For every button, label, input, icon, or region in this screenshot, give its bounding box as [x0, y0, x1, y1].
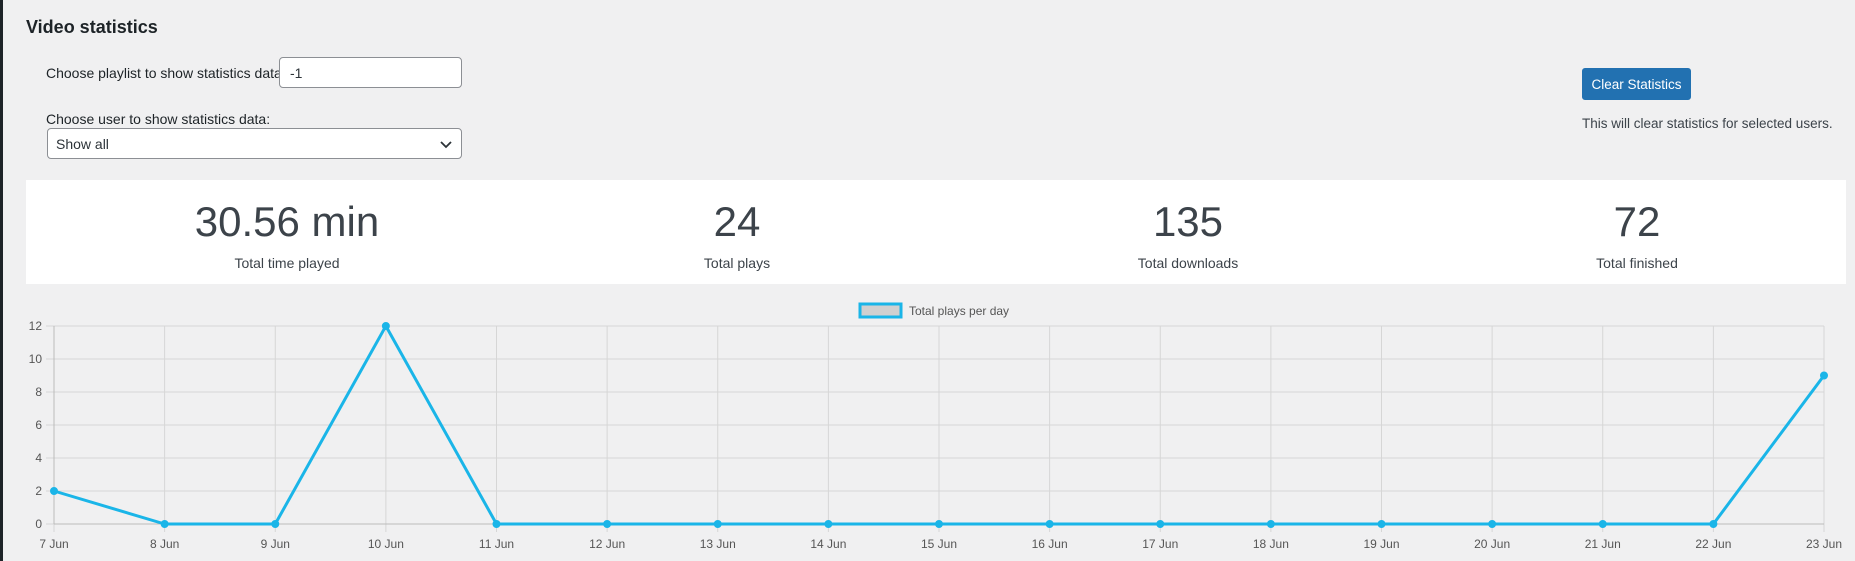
stats-panel: 30.56 min Total time played 24 Total pla…: [26, 180, 1846, 284]
data-point: [492, 520, 501, 528]
x-tick-label: 15 Jun: [921, 537, 957, 551]
data-point: [381, 322, 390, 330]
data-point: [1598, 520, 1607, 528]
y-tick-label: 0: [35, 517, 42, 531]
data-point: [1488, 520, 1497, 528]
data-point: [1820, 371, 1828, 380]
x-tick-label: 17 Jun: [1142, 537, 1178, 551]
data-point: [1045, 520, 1054, 528]
page-title: Video statistics: [26, 17, 158, 37]
legend-label: Total plays per day: [909, 304, 1009, 318]
x-tick-label: 9 Jun: [261, 537, 290, 551]
data-point: [824, 520, 833, 528]
clear-note: This will clear statistics for selected …: [1582, 116, 1833, 131]
x-tick-label: 19 Jun: [1363, 537, 1399, 551]
y-tick-label: 4: [35, 451, 42, 465]
data-point: [1156, 520, 1165, 528]
x-tick-label: 8 Jun: [150, 537, 179, 551]
x-tick-label: 16 Jun: [1032, 537, 1068, 551]
stat-time-played: 30.56 min Total time played: [62, 180, 512, 284]
x-tick-label: 12 Jun: [589, 537, 625, 551]
x-tick-label: 23 Jun: [1806, 537, 1842, 551]
stat-value: 135: [1152, 198, 1224, 245]
x-tick-label: 11 Jun: [479, 537, 514, 551]
playlist-label: Choose playlist to show statistics data:: [46, 65, 286, 81]
user-label: Choose user to show statistics data:: [46, 111, 271, 127]
data-point: [271, 520, 280, 528]
y-tick-label: 8: [35, 385, 42, 399]
stat-label: Total finished: [1596, 255, 1678, 271]
data-point: [603, 520, 612, 528]
playlist-input[interactable]: [279, 57, 462, 88]
user-select-value: Show all: [56, 135, 109, 152]
data-point: [160, 520, 169, 528]
y-tick-label: 2: [35, 484, 42, 498]
stat-total-plays: 24 Total plays: [512, 180, 962, 284]
y-tick-label: 12: [29, 319, 43, 333]
legend-swatch: [858, 302, 903, 319]
clear-statistics-button[interactable]: Clear Statistics: [1582, 68, 1691, 100]
x-tick-label: 7 Jun: [39, 537, 68, 551]
stat-value: 30.56 min: [194, 198, 380, 245]
stat-label: Total plays: [703, 255, 771, 271]
stat-total-finished: 72 Total finished: [1412, 180, 1855, 284]
data-point: [1709, 520, 1718, 528]
data-point: [1266, 520, 1275, 528]
x-tick-label: 20 Jun: [1474, 537, 1510, 551]
x-tick-label: 18 Jun: [1253, 537, 1289, 551]
x-tick-label: 21 Jun: [1585, 537, 1621, 551]
x-tick-label: 22 Jun: [1695, 537, 1731, 551]
plays-per-day-chart: 0 2 4 6 8 10 12 7 Jun 8 Jun 9 Jun 10 Jun 11 Jun 12 J…: [29, 302, 1842, 551]
y-tick-label: 6: [35, 418, 42, 432]
data-point: [713, 520, 722, 528]
y-tick-label: 10: [29, 352, 43, 366]
stat-value: 72: [1613, 198, 1661, 245]
data-point: [50, 487, 58, 495]
stat-label: Total downloads: [1137, 255, 1239, 271]
x-tick-label: 10 Jun: [368, 537, 404, 551]
data-point: [1377, 520, 1386, 528]
stat-value: 24: [713, 198, 761, 245]
x-tick-label: 13 Jun: [700, 537, 736, 551]
data-point: [935, 520, 943, 528]
stat-label: Total time played: [234, 255, 340, 271]
user-select[interactable]: Show all: [47, 128, 462, 159]
chevron-down-icon: [440, 141, 452, 149]
stat-total-downloads: 135 Total downloads: [963, 180, 1413, 284]
x-tick-label: 14 Jun: [810, 537, 846, 551]
